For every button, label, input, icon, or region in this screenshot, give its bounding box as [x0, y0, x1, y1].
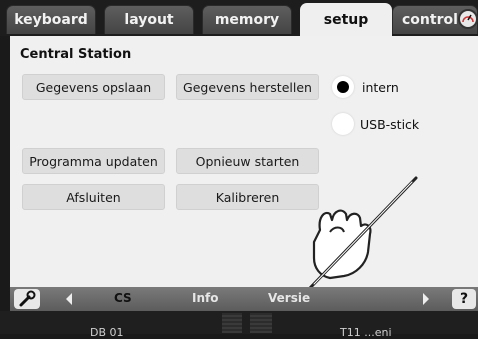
arrow-right-icon[interactable] [423, 293, 429, 305]
status-bar: DB 01 T11 ...eni [0, 311, 478, 339]
radio-intern[interactable] [332, 76, 354, 98]
radio-intern-label: intern [362, 80, 399, 95]
grip-handle [222, 313, 242, 333]
status-right: T11 ...eni [340, 326, 392, 339]
nav-item-info[interactable]: Info [192, 291, 218, 305]
tab-keyboard[interactable]: keyboard [6, 5, 96, 34]
radio-usb-stick[interactable] [332, 113, 354, 135]
tab-control-label: control [402, 12, 458, 28]
grip-handle [250, 313, 272, 333]
nav-item-versie[interactable]: Versie [268, 291, 310, 305]
quit-button[interactable]: Afsluiten [22, 184, 165, 210]
help-icon[interactable]: ? [452, 289, 476, 309]
status-left: DB 01 [90, 326, 124, 339]
tab-bar: keyboard layout memory setup control [0, 0, 478, 36]
tab-memory[interactable]: memory [202, 5, 292, 34]
pen-hand-icon [308, 176, 418, 290]
gauge-icon[interactable] [458, 9, 478, 29]
tab-layout[interactable]: layout [104, 5, 194, 34]
bottom-nav-bar: CS Info Versie ? [10, 287, 478, 311]
nav-item-cs[interactable]: CS [114, 291, 132, 305]
section-title: Central Station [20, 47, 132, 62]
arrow-left-icon[interactable] [66, 293, 72, 305]
wrench-icon[interactable] [14, 289, 40, 309]
radio-usb-stick-label: USB-stick [360, 117, 420, 132]
tab-setup[interactable]: setup [300, 3, 392, 36]
save-data-button[interactable]: Gegevens opslaan [22, 74, 165, 100]
restore-data-button[interactable]: Gegevens herstellen [176, 74, 319, 100]
program-update-button[interactable]: Programma updaten [22, 148, 165, 174]
